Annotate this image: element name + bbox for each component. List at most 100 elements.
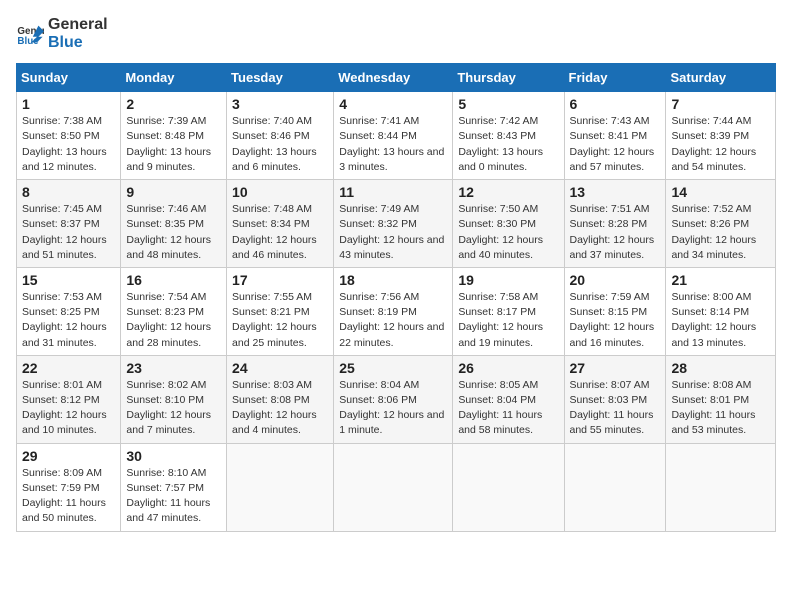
calendar-cell: 3 Sunrise: 7:40 AM Sunset: 8:46 PM Dayli… — [227, 92, 334, 180]
calendar-table: SundayMondayTuesdayWednesdayThursdayFrid… — [16, 63, 776, 531]
calendar-cell: 20 Sunrise: 7:59 AM Sunset: 8:15 PM Dayl… — [564, 267, 666, 355]
calendar-cell: 30 Sunrise: 8:10 AM Sunset: 7:57 PM Dayl… — [121, 443, 227, 531]
calendar-cell: 27 Sunrise: 8:07 AM Sunset: 8:03 PM Dayl… — [564, 355, 666, 443]
day-number: 21 — [671, 272, 770, 288]
day-number: 24 — [232, 360, 328, 376]
day-number: 4 — [339, 96, 447, 112]
day-info: Sunrise: 7:52 AM Sunset: 8:26 PM Dayligh… — [671, 202, 770, 263]
day-info: Sunrise: 7:53 AM Sunset: 8:25 PM Dayligh… — [22, 290, 115, 351]
day-info: Sunrise: 8:10 AM Sunset: 7:57 PM Dayligh… — [126, 466, 221, 527]
calendar-cell: 13 Sunrise: 7:51 AM Sunset: 8:28 PM Dayl… — [564, 180, 666, 268]
day-number: 3 — [232, 96, 328, 112]
calendar-cell: 9 Sunrise: 7:46 AM Sunset: 8:35 PM Dayli… — [121, 180, 227, 268]
calendar-cell: 1 Sunrise: 7:38 AM Sunset: 8:50 PM Dayli… — [17, 92, 121, 180]
calendar-header-row: SundayMondayTuesdayWednesdayThursdayFrid… — [17, 64, 776, 92]
calendar-cell: 7 Sunrise: 7:44 AM Sunset: 8:39 PM Dayli… — [666, 92, 776, 180]
col-header-tuesday: Tuesday — [227, 64, 334, 92]
day-info: Sunrise: 8:05 AM Sunset: 8:04 PM Dayligh… — [458, 378, 558, 439]
calendar-cell: 12 Sunrise: 7:50 AM Sunset: 8:30 PM Dayl… — [453, 180, 564, 268]
day-number: 5 — [458, 96, 558, 112]
calendar-week-row: 8 Sunrise: 7:45 AM Sunset: 8:37 PM Dayli… — [17, 180, 776, 268]
calendar-body: 1 Sunrise: 7:38 AM Sunset: 8:50 PM Dayli… — [17, 92, 776, 531]
calendar-cell: 16 Sunrise: 7:54 AM Sunset: 8:23 PM Dayl… — [121, 267, 227, 355]
day-info: Sunrise: 8:03 AM Sunset: 8:08 PM Dayligh… — [232, 378, 328, 439]
calendar-cell: 2 Sunrise: 7:39 AM Sunset: 8:48 PM Dayli… — [121, 92, 227, 180]
calendar-cell: 22 Sunrise: 8:01 AM Sunset: 8:12 PM Dayl… — [17, 355, 121, 443]
day-info: Sunrise: 8:04 AM Sunset: 8:06 PM Dayligh… — [339, 378, 447, 439]
day-number: 12 — [458, 184, 558, 200]
day-number: 19 — [458, 272, 558, 288]
day-info: Sunrise: 7:42 AM Sunset: 8:43 PM Dayligh… — [458, 114, 558, 175]
day-info: Sunrise: 7:51 AM Sunset: 8:28 PM Dayligh… — [570, 202, 661, 263]
calendar-cell: 4 Sunrise: 7:41 AM Sunset: 8:44 PM Dayli… — [334, 92, 453, 180]
calendar-cell: 17 Sunrise: 7:55 AM Sunset: 8:21 PM Dayl… — [227, 267, 334, 355]
day-number: 8 — [22, 184, 115, 200]
day-info: Sunrise: 7:40 AM Sunset: 8:46 PM Dayligh… — [232, 114, 328, 175]
logo-general: General — [48, 16, 108, 34]
calendar-cell: 25 Sunrise: 8:04 AM Sunset: 8:06 PM Dayl… — [334, 355, 453, 443]
day-number: 7 — [671, 96, 770, 112]
calendar-cell: 29 Sunrise: 8:09 AM Sunset: 7:59 PM Dayl… — [17, 443, 121, 531]
calendar-cell: 19 Sunrise: 7:58 AM Sunset: 8:17 PM Dayl… — [453, 267, 564, 355]
day-number: 18 — [339, 272, 447, 288]
calendar-week-row: 29 Sunrise: 8:09 AM Sunset: 7:59 PM Dayl… — [17, 443, 776, 531]
day-info: Sunrise: 7:39 AM Sunset: 8:48 PM Dayligh… — [126, 114, 221, 175]
calendar-cell: 10 Sunrise: 7:48 AM Sunset: 8:34 PM Dayl… — [227, 180, 334, 268]
calendar-cell: 23 Sunrise: 8:02 AM Sunset: 8:10 PM Dayl… — [121, 355, 227, 443]
day-number: 22 — [22, 360, 115, 376]
day-number: 15 — [22, 272, 115, 288]
day-number: 10 — [232, 184, 328, 200]
logo-icon: General Blue — [16, 20, 44, 48]
calendar-week-row: 15 Sunrise: 7:53 AM Sunset: 8:25 PM Dayl… — [17, 267, 776, 355]
day-number: 20 — [570, 272, 661, 288]
day-number: 1 — [22, 96, 115, 112]
day-number: 14 — [671, 184, 770, 200]
calendar-cell — [666, 443, 776, 531]
calendar-cell: 5 Sunrise: 7:42 AM Sunset: 8:43 PM Dayli… — [453, 92, 564, 180]
day-info: Sunrise: 8:01 AM Sunset: 8:12 PM Dayligh… — [22, 378, 115, 439]
day-info: Sunrise: 7:41 AM Sunset: 8:44 PM Dayligh… — [339, 114, 447, 175]
day-info: Sunrise: 7:48 AM Sunset: 8:34 PM Dayligh… — [232, 202, 328, 263]
day-number: 6 — [570, 96, 661, 112]
day-info: Sunrise: 7:50 AM Sunset: 8:30 PM Dayligh… — [458, 202, 558, 263]
col-header-wednesday: Wednesday — [334, 64, 453, 92]
col-header-friday: Friday — [564, 64, 666, 92]
day-number: 29 — [22, 448, 115, 464]
calendar-cell — [564, 443, 666, 531]
calendar-cell: 11 Sunrise: 7:49 AM Sunset: 8:32 PM Dayl… — [334, 180, 453, 268]
calendar-cell: 21 Sunrise: 8:00 AM Sunset: 8:14 PM Dayl… — [666, 267, 776, 355]
calendar-cell: 15 Sunrise: 7:53 AM Sunset: 8:25 PM Dayl… — [17, 267, 121, 355]
logo: General Blue General Blue — [16, 16, 108, 51]
day-number: 16 — [126, 272, 221, 288]
day-info: Sunrise: 7:58 AM Sunset: 8:17 PM Dayligh… — [458, 290, 558, 351]
calendar-cell: 14 Sunrise: 7:52 AM Sunset: 8:26 PM Dayl… — [666, 180, 776, 268]
calendar-cell — [453, 443, 564, 531]
calendar-week-row: 1 Sunrise: 7:38 AM Sunset: 8:50 PM Dayli… — [17, 92, 776, 180]
calendar-week-row: 22 Sunrise: 8:01 AM Sunset: 8:12 PM Dayl… — [17, 355, 776, 443]
calendar-cell: 28 Sunrise: 8:08 AM Sunset: 8:01 PM Dayl… — [666, 355, 776, 443]
calendar-cell: 18 Sunrise: 7:56 AM Sunset: 8:19 PM Dayl… — [334, 267, 453, 355]
col-header-saturday: Saturday — [666, 64, 776, 92]
calendar-cell: 8 Sunrise: 7:45 AM Sunset: 8:37 PM Dayli… — [17, 180, 121, 268]
day-info: Sunrise: 8:07 AM Sunset: 8:03 PM Dayligh… — [570, 378, 661, 439]
day-number: 11 — [339, 184, 447, 200]
day-info: Sunrise: 7:43 AM Sunset: 8:41 PM Dayligh… — [570, 114, 661, 175]
calendar-cell: 6 Sunrise: 7:43 AM Sunset: 8:41 PM Dayli… — [564, 92, 666, 180]
day-info: Sunrise: 8:08 AM Sunset: 8:01 PM Dayligh… — [671, 378, 770, 439]
day-info: Sunrise: 7:54 AM Sunset: 8:23 PM Dayligh… — [126, 290, 221, 351]
day-info: Sunrise: 7:49 AM Sunset: 8:32 PM Dayligh… — [339, 202, 447, 263]
day-number: 25 — [339, 360, 447, 376]
day-number: 9 — [126, 184, 221, 200]
day-info: Sunrise: 8:09 AM Sunset: 7:59 PM Dayligh… — [22, 466, 115, 527]
day-info: Sunrise: 7:56 AM Sunset: 8:19 PM Dayligh… — [339, 290, 447, 351]
day-info: Sunrise: 7:59 AM Sunset: 8:15 PM Dayligh… — [570, 290, 661, 351]
page-header: General Blue General Blue — [16, 16, 776, 51]
day-number: 27 — [570, 360, 661, 376]
day-info: Sunrise: 8:00 AM Sunset: 8:14 PM Dayligh… — [671, 290, 770, 351]
day-info: Sunrise: 7:38 AM Sunset: 8:50 PM Dayligh… — [22, 114, 115, 175]
col-header-thursday: Thursday — [453, 64, 564, 92]
col-header-sunday: Sunday — [17, 64, 121, 92]
day-info: Sunrise: 7:45 AM Sunset: 8:37 PM Dayligh… — [22, 202, 115, 263]
day-info: Sunrise: 8:02 AM Sunset: 8:10 PM Dayligh… — [126, 378, 221, 439]
day-number: 2 — [126, 96, 221, 112]
